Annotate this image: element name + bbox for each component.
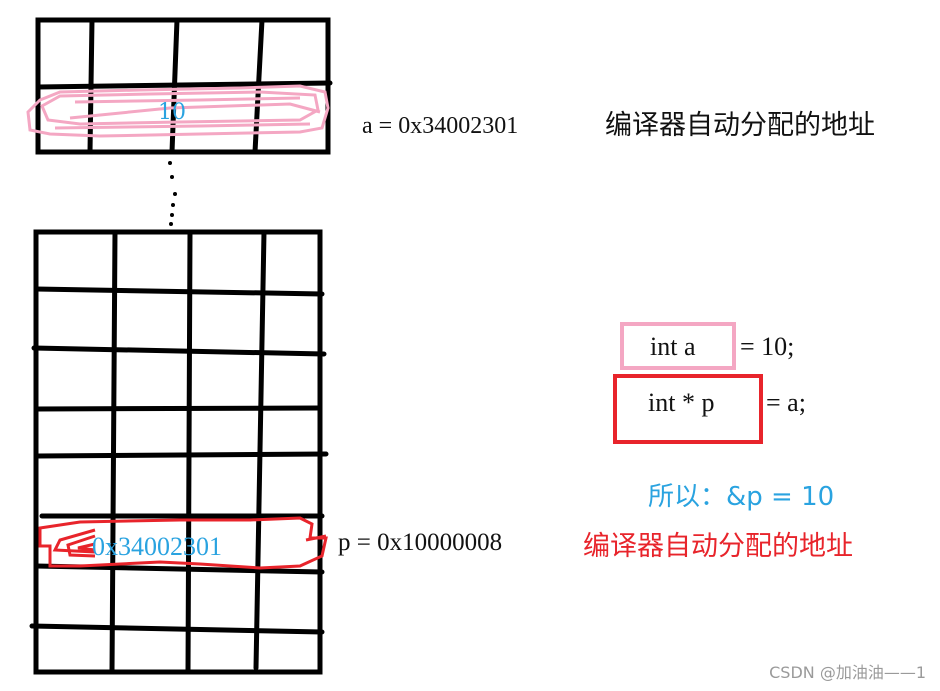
code-line1-boxed: int a	[650, 332, 696, 361]
bottom-memory-col-divider	[253, 229, 267, 671]
top-memory-annotation: a = 0x34002301	[362, 113, 519, 139]
bottom-memory-row-divider	[35, 451, 329, 459]
bottom-memory-annotation: p = 0x10000008	[338, 529, 503, 556]
bottom-memory-annotation-cn: 编译器自动分配的地址	[583, 531, 853, 562]
csdn-watermark: CSDN @加油油——1	[769, 663, 926, 682]
code-line2-rest: = a;	[766, 388, 806, 417]
conclusion-text: 所以：&p = 10	[648, 482, 835, 512]
bottom-memory-row-divider	[33, 286, 325, 297]
bottom-memory-row-divider	[31, 345, 327, 357]
bottom-memory-block	[29, 229, 329, 675]
bottom-memory-row-divider	[29, 623, 325, 635]
bottom-memory-col-divider	[185, 229, 193, 675]
top-memory-annotation-cn: 编译器自动分配的地址	[605, 110, 875, 141]
dotted-connector	[168, 161, 177, 226]
bottom-cell-value: 0x34002301	[92, 532, 222, 561]
code-line2-boxed: int * p	[648, 388, 715, 417]
code-line1-rest: = 10;	[740, 332, 795, 361]
top-memory-col-divider	[169, 17, 180, 155]
diagram-canvas	[26, 17, 763, 675]
top-memory-col-divider	[87, 17, 95, 155]
top-cell-value: 10	[158, 100, 186, 125]
bottom-memory-col-divider	[109, 229, 118, 675]
bottom-memory-row-divider	[33, 405, 323, 412]
